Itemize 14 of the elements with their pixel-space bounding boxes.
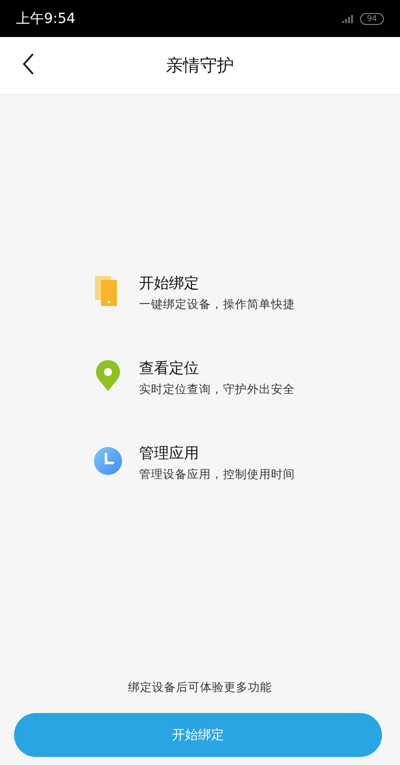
feature-description: 实时定位查询，守护外出安全 [139, 381, 295, 398]
feature-description: 一键绑定设备，操作简单快捷 [139, 296, 295, 313]
feature-title: 查看定位 [139, 358, 200, 378]
feature-title: 开始绑定 [139, 273, 200, 293]
battery-level: 94 [360, 12, 384, 24]
signal-icon [342, 14, 354, 22]
page-title: 亲情守护 [166, 55, 234, 77]
feature-title: 管理应用 [139, 443, 200, 463]
hint-text: 绑定设备后可体验更多功能 [127, 680, 273, 695]
location-pin-icon [93, 360, 123, 392]
status-time: 上午9:54 [16, 10, 76, 28]
feature-description: 管理设备应用，控制使用时间 [139, 466, 295, 483]
start-binding-button[interactable]: 开始绑定 [14, 713, 382, 757]
clock-icon [93, 445, 123, 477]
